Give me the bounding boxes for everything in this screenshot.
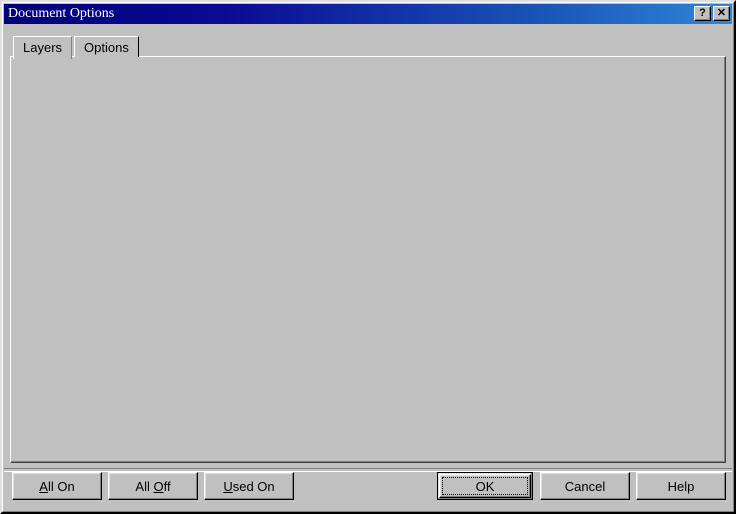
document-options-dialog: Document Options ? ✕ Layers Options Sign… — [0, 0, 736, 514]
layers-tab-page — [10, 56, 726, 463]
all-on-button[interactable]: All On — [12, 472, 102, 500]
title-bar-buttons: ? ✕ — [694, 6, 730, 21]
help-button[interactable]: Help — [636, 472, 726, 500]
ok-button-label: OK — [476, 479, 495, 494]
cancel-button[interactable]: Cancel — [540, 472, 630, 500]
used-on-button-label: Used On — [223, 479, 274, 494]
tab-options[interactable]: Options — [74, 36, 139, 57]
ok-button[interactable]: OK — [437, 472, 533, 500]
used-on-button[interactable]: Used On — [204, 472, 294, 500]
tab-layers[interactable]: Layers — [13, 36, 72, 59]
all-on-button-label: All On — [39, 479, 74, 494]
tab-layers-label: Layers — [23, 40, 62, 55]
window-title: Document Options — [4, 6, 114, 22]
tab-strip: Layers Options — [13, 35, 139, 57]
help-button-label: Help — [668, 479, 695, 494]
all-off-button-label: All Off — [135, 479, 170, 494]
cancel-button-label: Cancel — [565, 479, 605, 494]
all-off-button[interactable]: All Off — [108, 472, 198, 500]
title-bar[interactable]: Document Options ? ✕ — [4, 4, 732, 24]
close-icon[interactable]: ✕ — [713, 6, 730, 21]
tab-page-bevel — [11, 57, 725, 462]
help-icon[interactable]: ? — [694, 6, 711, 21]
tab-options-label: Options — [84, 40, 129, 55]
